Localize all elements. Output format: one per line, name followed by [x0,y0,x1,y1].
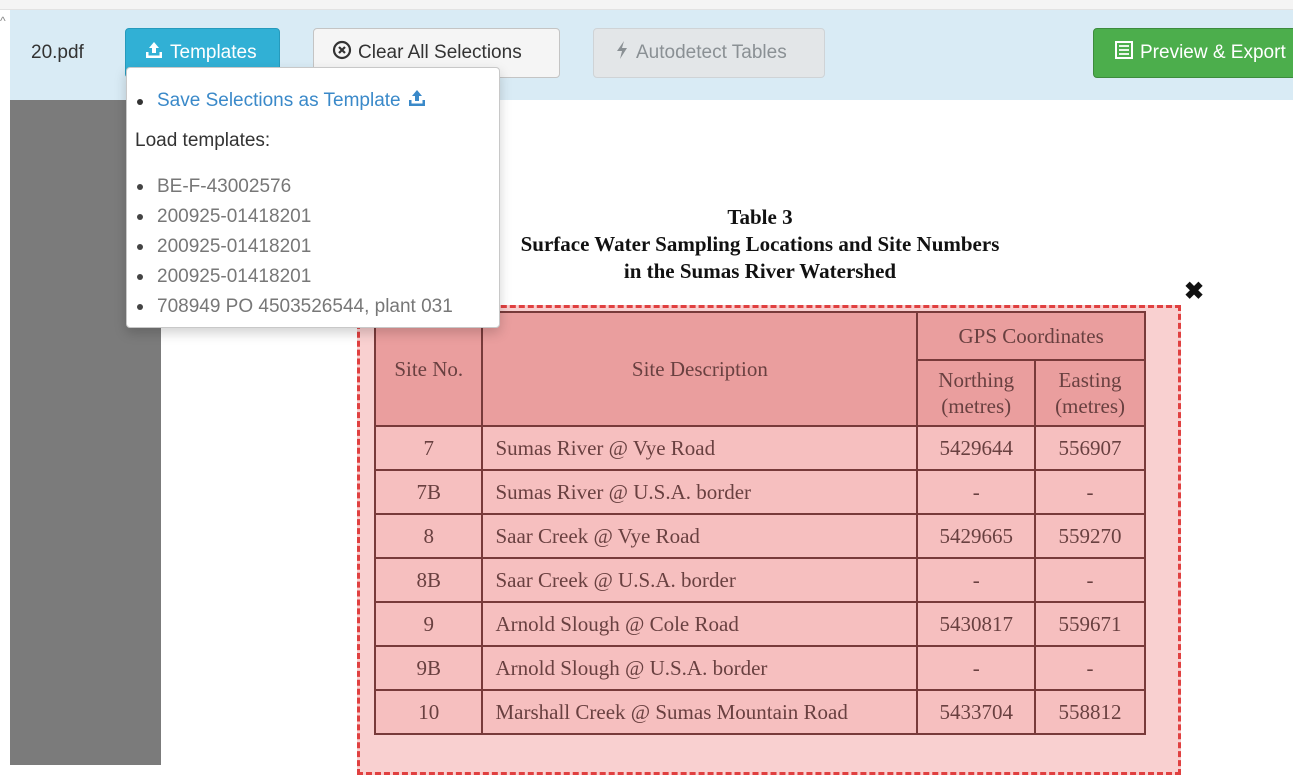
templates-label: Templates [170,42,257,63]
bolt-icon [614,40,630,66]
templates-dropdown: Save Selections as Template Load templat… [126,67,500,328]
preview-export-button[interactable]: Preview & Export [1093,28,1293,78]
caret-up-icon: ^ [0,14,6,28]
save-template-label: Save Selections as Template [157,90,401,111]
file-name: 20.pdf [31,42,84,63]
load-templates-heading: Load templates: [135,130,271,151]
table-selection-region[interactable] [357,305,1181,775]
upload-tray-icon [144,40,164,66]
template-list: BE-F-43002576 200925-01418201 200925-014… [137,175,453,325]
clear-all-label: Clear All Selections [358,42,522,63]
window-top-edge [0,0,1293,10]
circle-x-icon [332,40,352,66]
close-icon[interactable]: ✖ [1184,278,1204,306]
template-item[interactable]: 708949 PO 4503526544, plant 031 [137,295,453,325]
template-item[interactable]: 200925-01418201 [137,235,453,265]
upload-tray-icon [407,88,427,114]
save-selections-as-template-link[interactable]: Save Selections as Template [157,88,427,114]
table-list-icon [1114,40,1134,66]
list-bullet [137,99,143,105]
preview-export-label: Preview & Export [1140,42,1286,63]
autodetect-tables-button[interactable]: Autodetect Tables [593,28,825,78]
autodetect-label: Autodetect Tables [636,42,787,63]
template-item[interactable]: 200925-01418201 [137,265,453,295]
template-item[interactable]: 200925-01418201 [137,205,453,235]
template-item[interactable]: BE-F-43002576 [137,175,453,205]
